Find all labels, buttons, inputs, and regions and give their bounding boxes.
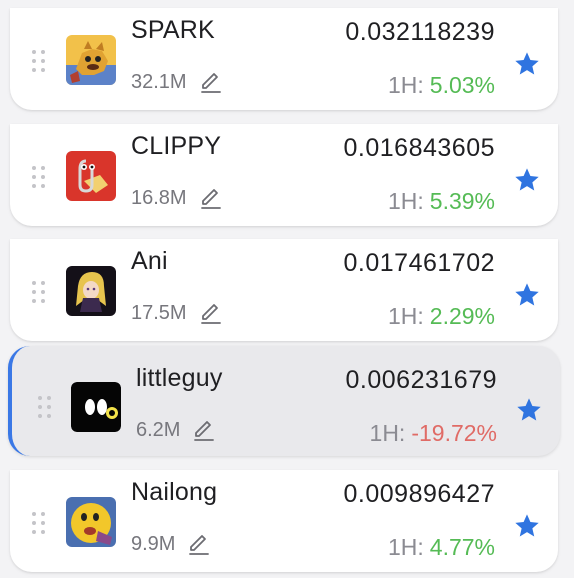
change-label: 1H: <box>387 303 424 329</box>
market-cap: 17.5M <box>131 301 223 325</box>
pencil-icon[interactable] <box>199 70 223 94</box>
token-row-spark[interactable]: SPARK 32.1M 0.032118239 1H: 5.03% <box>10 8 558 110</box>
pencil-icon[interactable] <box>187 532 211 556</box>
market-cap-value: 32.1M <box>131 70 187 93</box>
market-cap-value: 17.5M <box>131 301 187 324</box>
star-icon[interactable] <box>513 281 541 309</box>
pencil-icon[interactable] <box>192 418 216 442</box>
change-label: 1H: <box>387 72 424 98</box>
token-price: 0.032118239 <box>345 18 495 46</box>
change-value: 5.39% <box>429 188 495 214</box>
star-icon[interactable] <box>515 396 543 424</box>
drag-handle-icon[interactable] <box>32 512 46 534</box>
littleguy-logo <box>71 382 121 432</box>
drag-handle-icon[interactable] <box>32 166 46 188</box>
token-row-clippy[interactable]: CLIPPY 16.8M 0.016843605 1H: 5.39% <box>10 124 558 226</box>
star-icon[interactable] <box>513 50 541 78</box>
star-icon[interactable] <box>513 166 541 194</box>
market-cap: 6.2M <box>136 418 216 442</box>
price-change: 1H: 4.77% <box>388 534 495 561</box>
nailong-logo <box>66 497 116 547</box>
market-cap: 9.9M <box>131 532 211 556</box>
change-value: 4.77% <box>429 534 495 560</box>
change-label: 1H: <box>369 420 406 446</box>
ani-logo <box>66 266 116 316</box>
change-label: 1H: <box>387 534 424 560</box>
token-name: Ani <box>131 247 168 275</box>
token-row-ani[interactable]: Ani 17.5M 0.017461702 1H: 2.29% <box>10 239 558 341</box>
token-name: littleguy <box>136 364 223 392</box>
market-cap-value: 6.2M <box>136 418 181 441</box>
token-price: 0.009896427 <box>343 480 495 508</box>
token-price: 0.017461702 <box>343 249 495 277</box>
drag-handle-icon[interactable] <box>38 396 52 418</box>
market-cap-value: 16.8M <box>131 186 187 209</box>
star-icon[interactable] <box>513 512 541 540</box>
market-cap: 32.1M <box>131 70 223 94</box>
change-value: -19.72% <box>411 420 497 446</box>
price-change: 1H: 5.39% <box>388 188 495 215</box>
drag-handle-icon[interactable] <box>32 281 46 303</box>
pencil-icon[interactable] <box>199 301 223 325</box>
token-name: SPARK <box>131 16 215 44</box>
change-value: 5.03% <box>429 72 495 98</box>
token-row-nailong[interactable]: Nailong 9.9M 0.009896427 1H: 4.77% <box>10 470 558 572</box>
market-cap-value: 9.9M <box>131 532 176 555</box>
change-value: 2.29% <box>429 303 495 329</box>
change-label: 1H: <box>387 188 424 214</box>
spark-logo <box>66 35 116 85</box>
price-change: 1H: 5.03% <box>388 72 495 99</box>
token-watchlist: SPARK 32.1M 0.032118239 1H: 5.03% CLIPPY… <box>0 0 574 578</box>
token-price: 0.006231679 <box>345 366 497 394</box>
token-name: CLIPPY <box>131 132 222 160</box>
market-cap: 16.8M <box>131 186 223 210</box>
token-name: Nailong <box>131 478 218 506</box>
token-row-littleguy[interactable]: littleguy 6.2M 0.006231679 1H: -19.72% <box>8 346 560 456</box>
token-price: 0.016843605 <box>343 134 495 162</box>
price-change: 1H: -19.72% <box>370 420 497 447</box>
pencil-icon[interactable] <box>199 186 223 210</box>
clippy-logo <box>66 151 116 201</box>
price-change: 1H: 2.29% <box>388 303 495 330</box>
drag-handle-icon[interactable] <box>32 50 46 72</box>
